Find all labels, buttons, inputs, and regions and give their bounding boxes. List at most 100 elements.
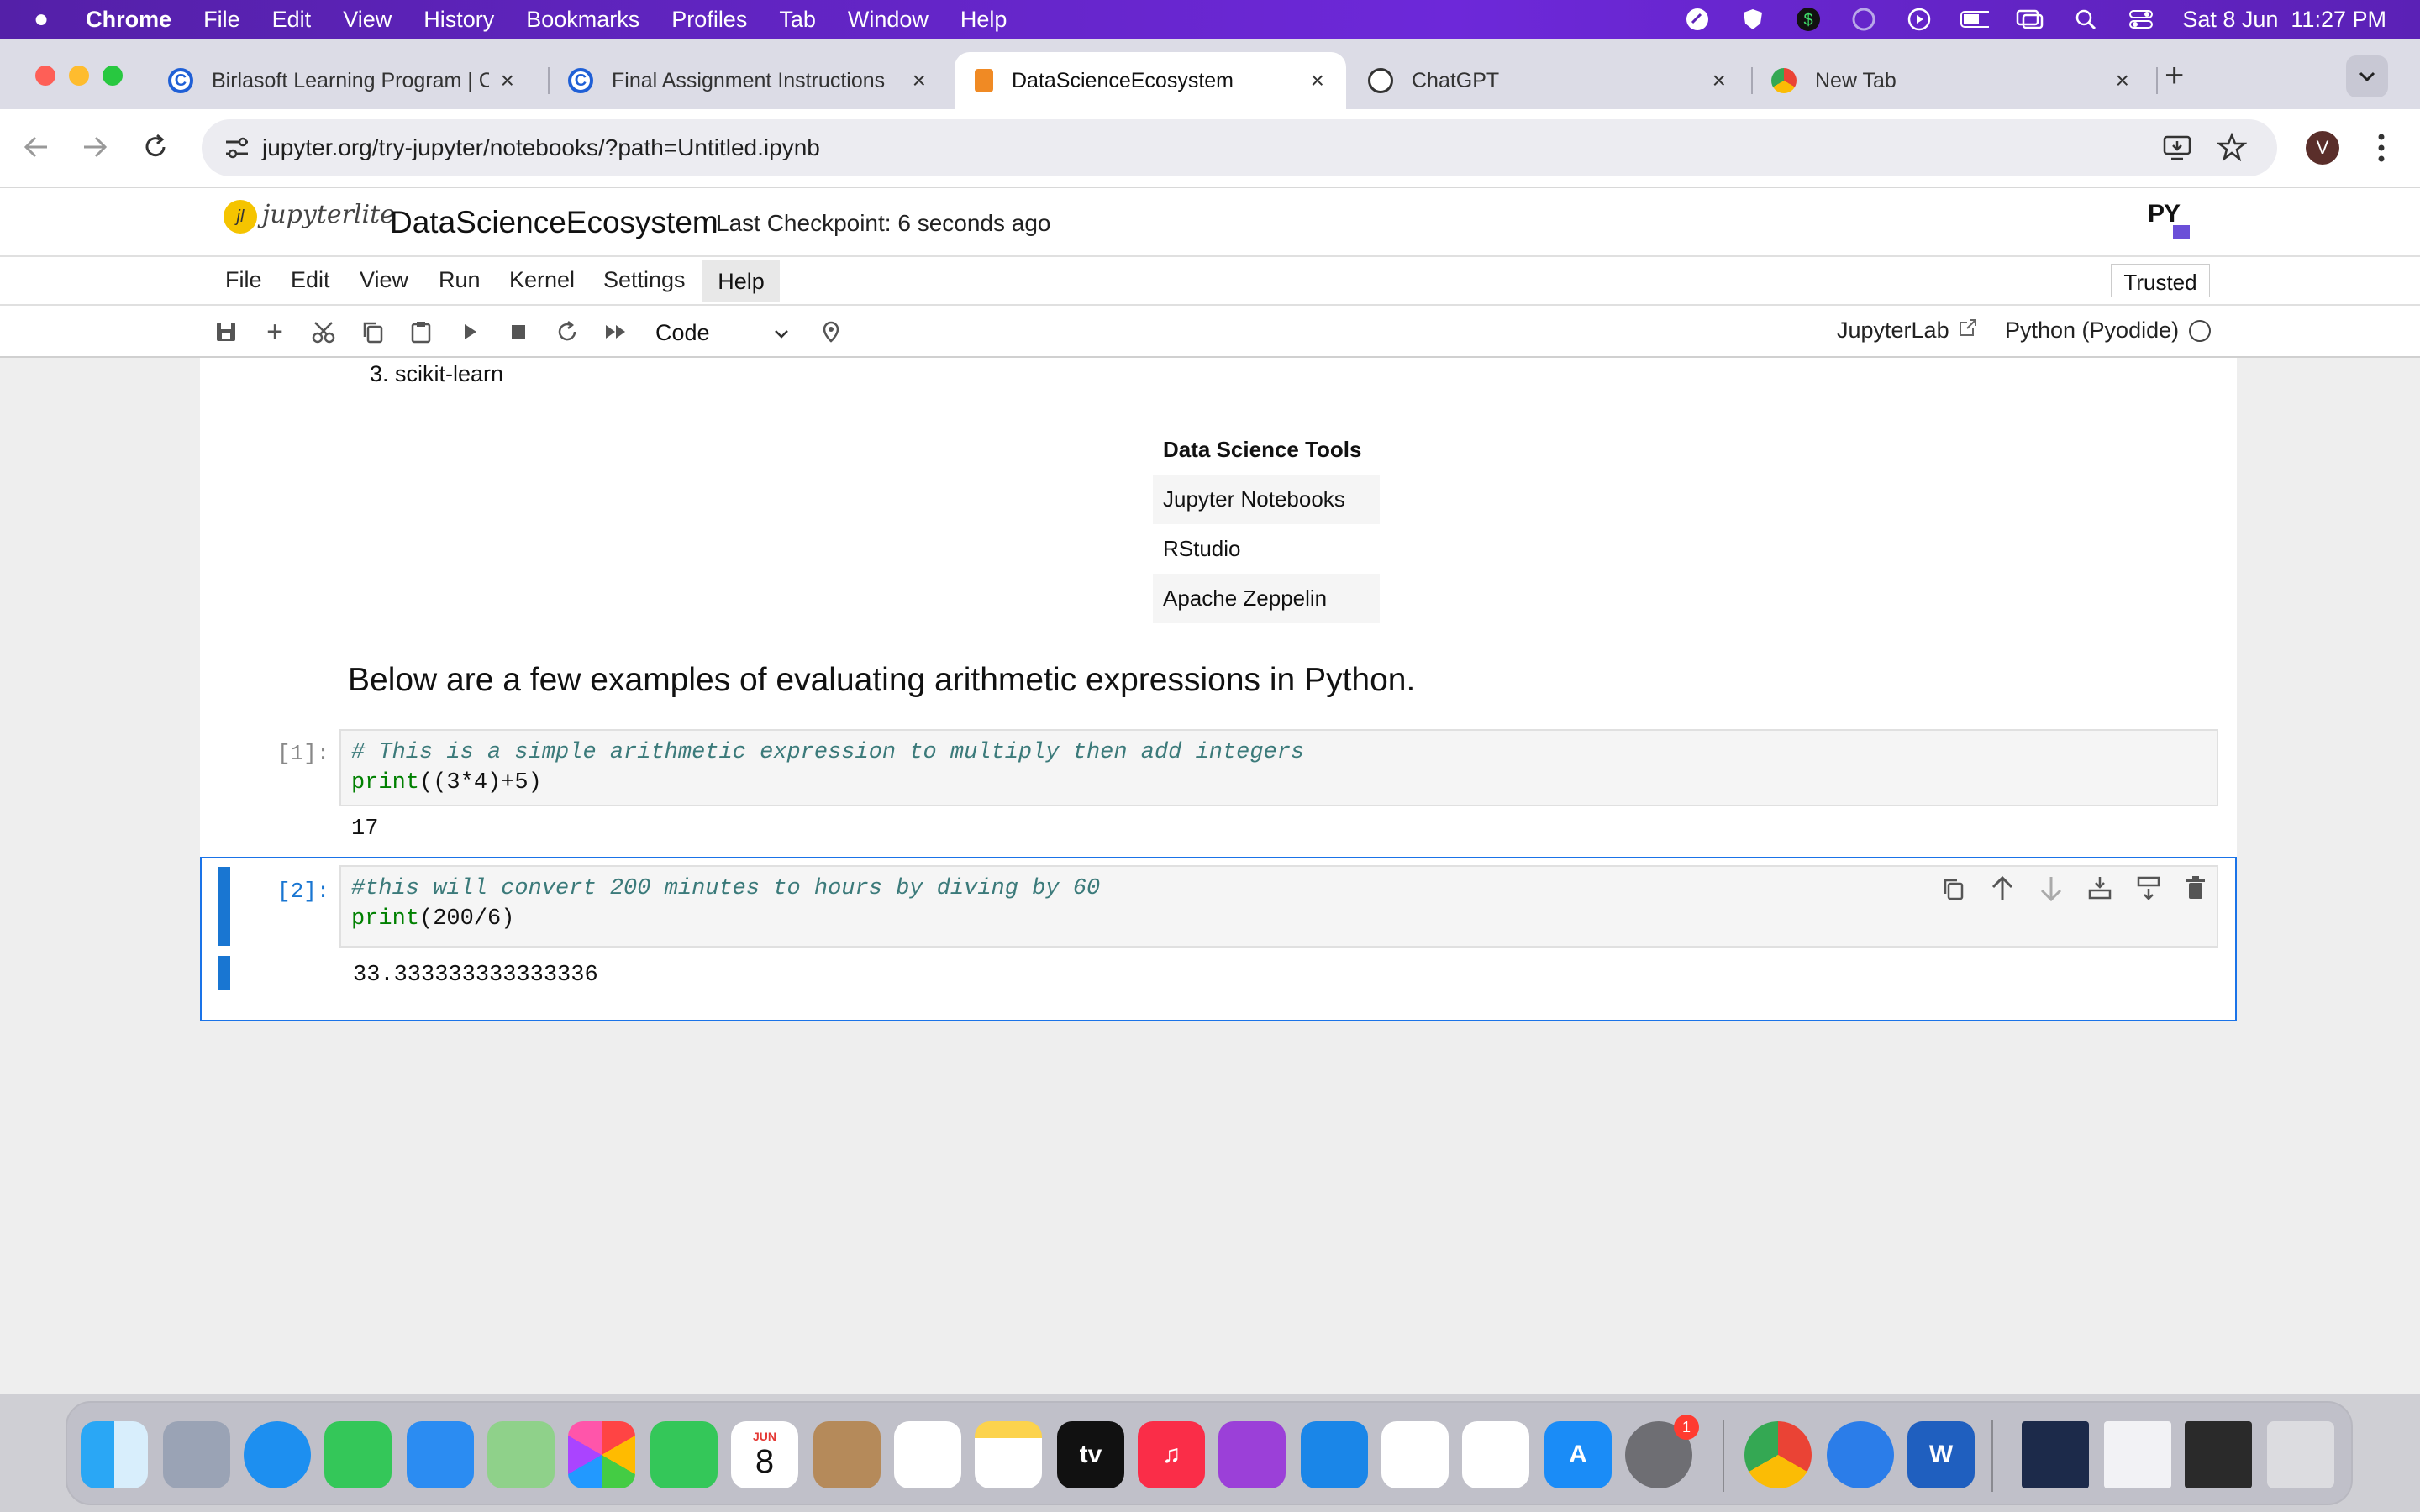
save-icon[interactable] xyxy=(213,319,239,344)
back-arrow-icon[interactable] xyxy=(22,133,50,165)
bookmark-star-icon[interactable] xyxy=(2216,132,2248,165)
close-window-button[interactable] xyxy=(35,66,55,86)
tab-final-assignment[interactable]: C Final Assignment Instructions × xyxy=(548,52,948,109)
tab-datascienceecosystem[interactable]: DataScienceEcosystem × xyxy=(955,52,1346,109)
menubar-clock[interactable]: Sat 8 Jun 11:27 PM xyxy=(2182,7,2386,33)
stop-kernel-icon[interactable] xyxy=(506,319,531,344)
control-center-icon[interactable] xyxy=(2127,7,2155,32)
pages-icon[interactable] xyxy=(1462,1421,1529,1488)
menu-view[interactable]: View xyxy=(343,7,392,33)
reminders-icon[interactable] xyxy=(894,1421,961,1488)
screenshot-thumbnail-icon[interactable] xyxy=(2104,1421,2171,1488)
menu-chrome[interactable]: Chrome xyxy=(86,7,171,33)
jmenu-edit[interactable]: Edit xyxy=(291,267,330,293)
notebook-name[interactable]: DataScienceEcosystem xyxy=(390,205,718,240)
jupyterlite-logo-icon[interactable]: jl xyxy=(224,200,257,234)
tab-new-tab[interactable]: New Tab × xyxy=(1751,52,2151,109)
play-icon[interactable] xyxy=(1905,7,1933,32)
cell-collapser-bar[interactable] xyxy=(218,867,230,946)
cut-icon[interactable] xyxy=(311,319,336,344)
close-tab-icon[interactable]: × xyxy=(2116,67,2129,94)
paste-icon[interactable] xyxy=(408,319,434,344)
photos-icon[interactable] xyxy=(568,1421,635,1488)
move-cell-down-icon[interactable] xyxy=(2039,875,2064,906)
tab-chatgpt[interactable]: ChatGPT × xyxy=(1348,52,1748,109)
podcasts-icon[interactable] xyxy=(1218,1421,1286,1488)
insert-cell-below-icon[interactable] xyxy=(2136,875,2161,905)
insert-cell-above-icon[interactable] xyxy=(2087,875,2112,905)
delete-cell-icon[interactable] xyxy=(2185,875,2207,905)
search-icon[interactable] xyxy=(2071,7,2100,32)
restart-kernel-icon[interactable] xyxy=(555,319,580,344)
chrome-menu-kebab-icon[interactable] xyxy=(2373,131,2390,169)
menu-window[interactable]: Window xyxy=(848,7,929,33)
new-tab-plus-icon[interactable]: + xyxy=(2165,57,2184,95)
tab-search-dropdown-icon[interactable] xyxy=(2346,55,2388,97)
contacts-icon[interactable] xyxy=(813,1421,881,1488)
jmenu-view[interactable]: View xyxy=(360,267,408,293)
keynote-icon[interactable] xyxy=(1301,1421,1368,1488)
tab-birlasoft[interactable]: C Birlasoft Learning Program | C × xyxy=(148,52,536,109)
close-tab-icon[interactable]: × xyxy=(501,67,514,94)
output-collapser-bar[interactable] xyxy=(218,956,230,990)
kernel-status[interactable]: Python (Pyodide) xyxy=(2005,318,2212,344)
reload-icon[interactable] xyxy=(141,133,170,165)
cell-type-select[interactable]: Code xyxy=(655,316,790,349)
duplicate-cell-icon[interactable] xyxy=(1941,877,1966,906)
calendar-icon[interactable]: JUN 8 xyxy=(731,1421,798,1488)
restart-run-all-icon[interactable] xyxy=(603,319,629,344)
safari-icon[interactable] xyxy=(244,1421,311,1488)
book-document-icon[interactable] xyxy=(2022,1421,2089,1488)
menu-edit[interactable]: Edit xyxy=(272,7,312,33)
jmenu-kernel[interactable]: Kernel xyxy=(509,267,575,293)
app-launcher-icon[interactable] xyxy=(1827,1421,1894,1488)
profile-avatar[interactable]: V xyxy=(2306,131,2339,165)
menu-profiles[interactable]: Profiles xyxy=(671,7,747,33)
apple-icon[interactable]: ● xyxy=(34,5,49,34)
url-text[interactable]: jupyter.org/try-jupyter/notebooks/?path=… xyxy=(262,134,820,161)
jmenu-file[interactable]: File xyxy=(225,267,262,293)
launchpad-icon[interactable] xyxy=(163,1421,230,1488)
apple-tv-icon[interactable]: tv xyxy=(1057,1421,1124,1488)
site-info-icon[interactable] xyxy=(224,136,250,164)
move-cell-up-icon[interactable] xyxy=(1990,875,2015,906)
trusted-indicator[interactable]: Trusted xyxy=(2111,264,2210,297)
debugger-bug-icon[interactable] xyxy=(818,319,844,344)
close-tab-icon[interactable]: × xyxy=(913,67,926,94)
menu-help[interactable]: Help xyxy=(960,7,1007,33)
menu-history[interactable]: History xyxy=(424,7,494,33)
menu-file[interactable]: File xyxy=(203,7,240,33)
run-cell-icon[interactable] xyxy=(457,319,482,344)
battery-icon[interactable] xyxy=(1960,7,1990,32)
notes-icon[interactable] xyxy=(975,1421,1042,1488)
numbers-icon[interactable] xyxy=(1381,1421,1449,1488)
cell-2-active[interactable]: [2]: #this will convert 200 minutes to h… xyxy=(200,857,2237,1021)
trash-icon[interactable] xyxy=(2267,1421,2334,1488)
chrome-icon[interactable] xyxy=(1744,1421,1812,1488)
finder-icon[interactable] xyxy=(81,1421,148,1488)
dollar-icon[interactable]: $ xyxy=(1794,7,1823,32)
jmenu-help[interactable]: Help xyxy=(702,260,780,302)
forward-arrow-icon[interactable] xyxy=(81,133,109,165)
close-tab-icon[interactable]: × xyxy=(1311,67,1324,94)
video-thumbnail-icon[interactable] xyxy=(2185,1421,2252,1488)
microsoft-word-icon[interactable]: W xyxy=(1907,1421,1975,1488)
cell-2-editor[interactable]: #this will convert 200 minutes to hours … xyxy=(339,865,2218,948)
messages-icon[interactable] xyxy=(324,1421,392,1488)
status-app-icon[interactable] xyxy=(1683,7,1712,32)
close-tab-icon[interactable]: × xyxy=(1712,67,1726,94)
notebook-panel[interactable]: 3. scikit-learn Data Science Tools Jupyt… xyxy=(0,358,2420,1394)
minimize-window-button[interactable] xyxy=(69,66,89,86)
mail-icon[interactable] xyxy=(407,1421,474,1488)
zoom-window-button[interactable] xyxy=(103,66,123,86)
menu-tab[interactable]: Tab xyxy=(779,7,816,33)
menu-bookmarks[interactable]: Bookmarks xyxy=(526,7,639,33)
screen-mirroring-icon[interactable] xyxy=(2016,7,2044,32)
vpn-shield-icon[interactable] xyxy=(1739,7,1767,32)
install-app-icon[interactable] xyxy=(2163,134,2193,165)
jmenu-run[interactable]: Run xyxy=(439,267,481,293)
jmenu-settings[interactable]: Settings xyxy=(603,267,686,293)
cell-1-editor[interactable]: # This is a simple arithmetic expression… xyxy=(339,729,2218,806)
jupyterlab-link[interactable]: JupyterLab xyxy=(1837,318,1978,344)
copy-icon[interactable] xyxy=(360,319,385,344)
